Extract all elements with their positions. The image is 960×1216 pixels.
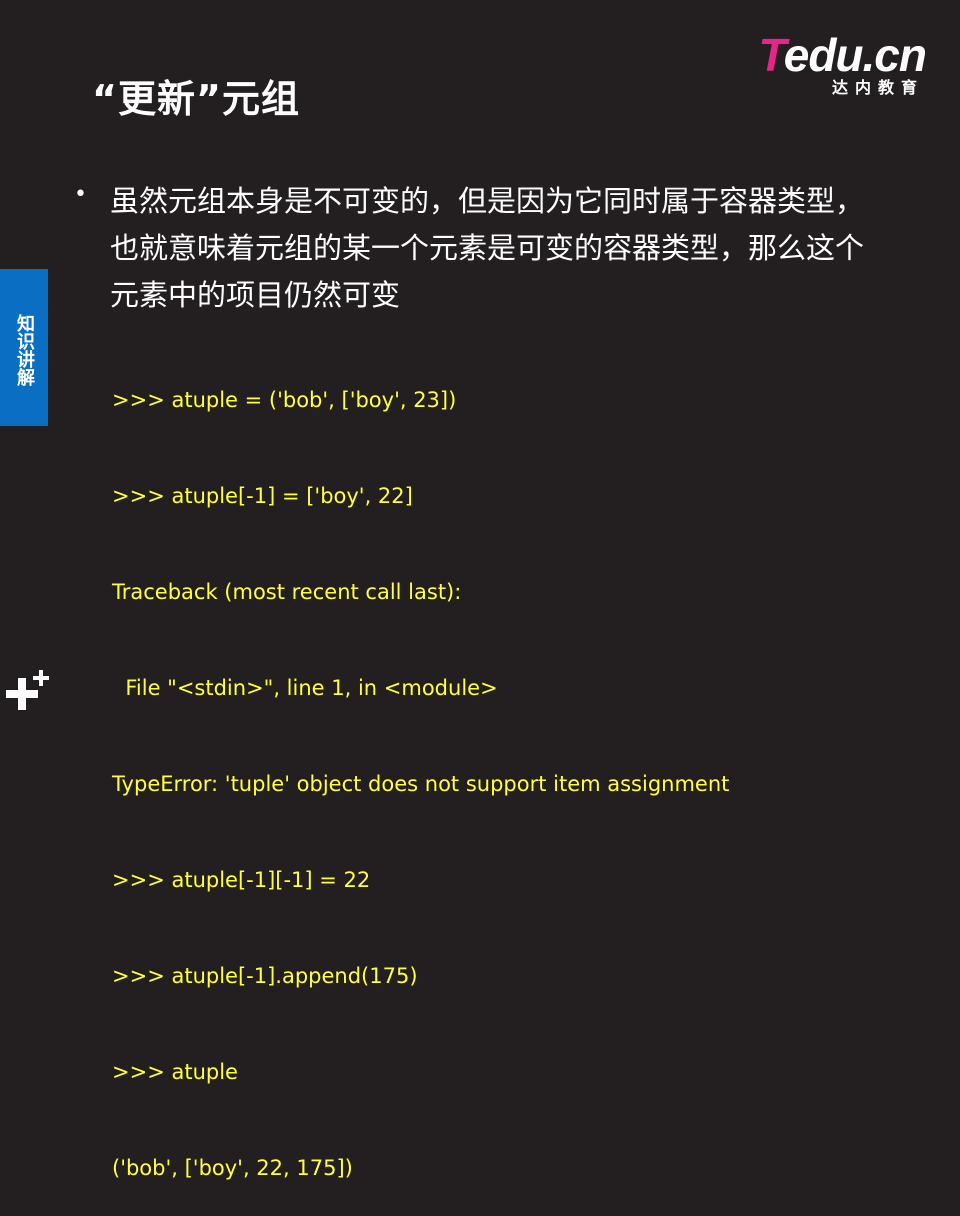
bullet-text: 虽然元组本身是不可变的，但是因为它同时属于容器类型，也就意味着元组的某一个元素是… <box>110 184 865 312</box>
code-line: File "<stdin>", line 1, in <module> <box>112 676 498 700</box>
code-line: Traceback (most recent call last): <box>112 580 462 604</box>
slide-title: “更新”元组 <box>92 77 300 121</box>
code-line: >>> atuple[-1] = ['boy', 22] <box>112 484 413 508</box>
plus-small-icon <box>33 670 49 686</box>
logo-t: T <box>758 29 784 81</box>
code-block: >>> atuple = ('bob', ['boy', 23]) >>> at… <box>112 320 912 1216</box>
code-line: >>> atuple = ('bob', ['boy', 23]) <box>112 388 457 412</box>
tedu-logo: Tedu.cn 达内教育 <box>736 28 927 98</box>
bullet-marker: • <box>74 182 87 207</box>
code-line: TypeError: 'tuple' object does not suppo… <box>112 772 730 796</box>
logo-subtitle: 达内教育 <box>831 78 924 97</box>
side-tab: 知识讲解 <box>0 269 48 426</box>
code-line: >>> atuple <box>112 1060 238 1084</box>
code-line: >>> atuple[-1][-1] = 22 <box>112 868 371 892</box>
side-tab-label: 知识讲解 <box>14 314 35 386</box>
code-line: ('bob', ['boy', 22, 175]) <box>112 1156 353 1180</box>
code-line: >>> atuple[-1].append(175) <box>112 964 418 988</box>
